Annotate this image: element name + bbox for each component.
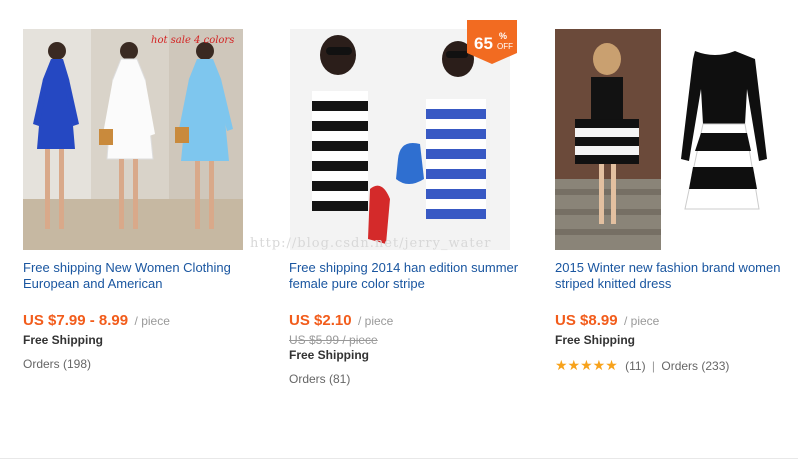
discount-off-label: OFF (497, 42, 513, 51)
review-count[interactable]: (11) (625, 359, 645, 373)
price-unit: / piece (358, 314, 394, 328)
rating-orders-row: ★★★★★ (11) | Orders (233) (555, 357, 729, 374)
discount-percent-sign: % (499, 31, 508, 41)
orders-count[interactable]: Orders (198) (23, 357, 91, 371)
free-shipping-label: Free Shipping (289, 348, 370, 362)
original-price: US $5.99 / piece (289, 333, 378, 347)
product-price: US $2.10 (289, 312, 352, 329)
price-row: US $2.10 / piece (289, 312, 393, 330)
separator: | (651, 359, 656, 373)
product-card[interactable]: 2015 Winter new fashion brand women stri… (550, 0, 798, 410)
price-row: US $8.99 / piece (555, 312, 659, 330)
dress-photo-collage: hot sale 4 colors (23, 29, 243, 250)
product-card[interactable]: hot sale 4 colors Free shipping New Wome… (18, 0, 268, 410)
discount-value: 65 (474, 34, 493, 53)
striped-dress-photo (290, 29, 510, 250)
product-title[interactable]: 2015 Winter new fashion brand women stri… (555, 260, 795, 292)
free-shipping-label: Free Shipping (555, 333, 636, 347)
rating-stars-icon[interactable]: ★★★★★ (555, 357, 618, 374)
price-row: US $7.99 - 8.99 / piece (23, 312, 170, 330)
orders-count[interactable]: Orders (81) (289, 372, 350, 386)
product-image[interactable] (290, 29, 510, 250)
watermark: http://blog.csdn.net/jerry_water (250, 236, 492, 251)
knitted-dress-photo (555, 29, 775, 250)
product-title[interactable]: Free shipping New Women Clothing Europea… (23, 260, 263, 292)
orders-count[interactable]: Orders (233) (661, 359, 729, 373)
product-price: US $7.99 - 8.99 (23, 312, 129, 329)
hot-sale-overlay: hot sale 4 colors (151, 35, 234, 46)
product-card[interactable]: 65 % OFF Free shipping 2014 han edition … (284, 0, 534, 410)
product-price: US $8.99 (555, 312, 618, 329)
price-unit: / piece (134, 314, 170, 328)
bottom-divider (0, 458, 798, 459)
product-title[interactable]: Free shipping 2014 han edition summer fe… (289, 260, 529, 292)
product-image[interactable] (555, 29, 775, 250)
product-image[interactable]: hot sale 4 colors (23, 29, 243, 250)
free-shipping-label: Free Shipping (23, 333, 104, 347)
price-unit: / piece (624, 314, 660, 328)
